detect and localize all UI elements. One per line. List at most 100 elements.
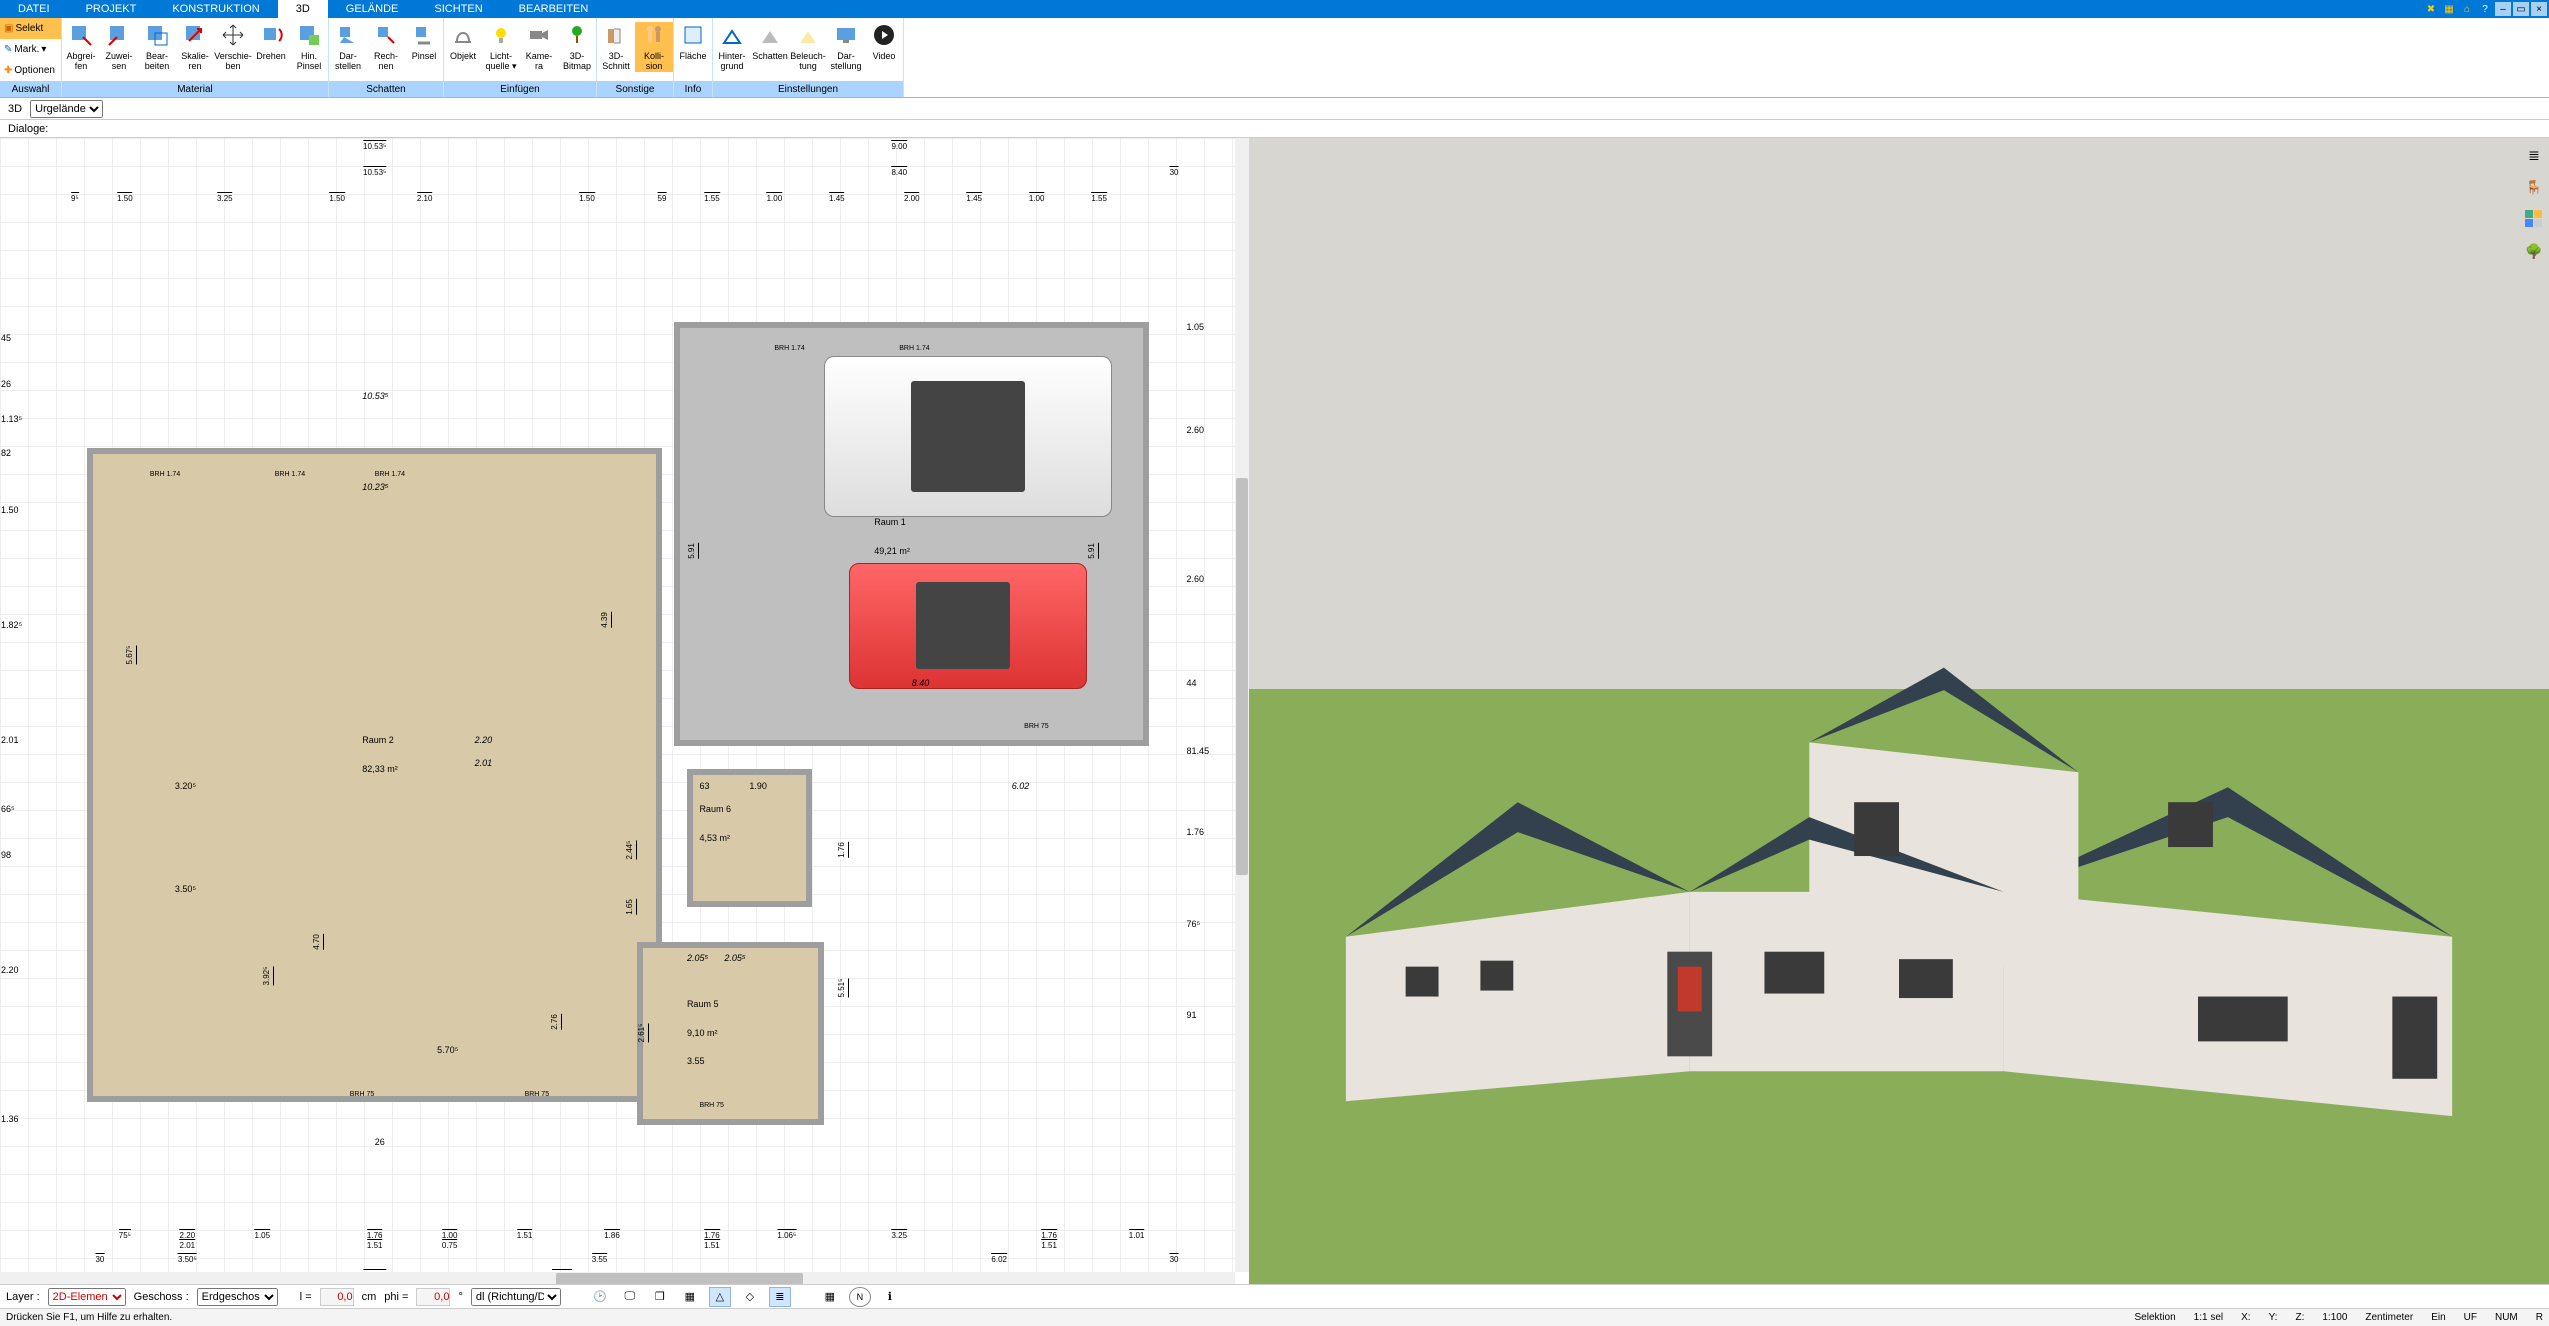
restore-icon[interactable]: ▭: [2513, 2, 2529, 16]
3d-view[interactable]: ≣ 🪑 🌳: [1249, 138, 2549, 1286]
brh: BRH 1.74: [774, 345, 804, 352]
diamond-icon[interactable]: ◇: [739, 1287, 761, 1307]
tab-projekt[interactable]: PROJEKT: [68, 0, 155, 18]
dim: 8.40: [891, 166, 907, 177]
dim: 59: [658, 192, 667, 203]
dl-select[interactable]: dl (Richtung/Di: [471, 1288, 561, 1306]
btn-darstellung[interactable]: Dar-stellung: [827, 22, 865, 72]
monitor-icon[interactable]: 🖵: [619, 1287, 641, 1307]
minimize-icon[interactable]: –: [2495, 2, 2511, 16]
layer-select[interactable]: Urgelände: [30, 100, 103, 118]
btn-pinsel[interactable]: Pinsel: [405, 22, 443, 62]
menu-bar: DATEI PROJEKT KONSTRUKTION 3D GELÄNDE SI…: [0, 0, 2549, 18]
btn-beleuchtung[interactable]: Beleuch-tung: [789, 22, 827, 72]
btn-rechnen[interactable]: Rech-nen: [367, 22, 405, 72]
furniture-icon[interactable]: 🪑: [2523, 176, 2545, 198]
btn-verschieben[interactable]: Verschie-ben: [214, 22, 252, 72]
btn-hin-pinsel[interactable]: Hin.Pinsel: [290, 22, 328, 72]
dim: 1.45: [829, 192, 845, 203]
room-label: Raum 1: [874, 517, 906, 527]
room-2[interactable]: [87, 448, 662, 1102]
grid-icon[interactable]: ▦: [819, 1287, 841, 1307]
car-red[interactable]: [849, 563, 1086, 689]
dim: 9.00: [891, 140, 907, 151]
dim: 1.82⁵: [1, 620, 22, 630]
tab-gelaende[interactable]: GELÄNDE: [328, 0, 417, 18]
tool-icon[interactable]: ▦: [2441, 2, 2457, 16]
btn-drehen[interactable]: Drehen: [252, 22, 290, 62]
btn-darstellen[interactable]: Dar-stellen: [329, 22, 367, 72]
tool-icon[interactable]: ✖: [2423, 2, 2439, 16]
stack-icon[interactable]: ▦: [679, 1287, 701, 1307]
layers2-icon[interactable]: ≣: [769, 1287, 791, 1307]
btn-3d-schnitt[interactable]: 3D-Schnitt: [597, 22, 635, 72]
btn-video[interactable]: Video: [865, 22, 903, 62]
brh: BRH 1.74: [150, 471, 180, 478]
dim: 82: [1, 448, 11, 458]
dim: 5.51⁵: [837, 978, 849, 997]
dim: 5.91: [1087, 543, 1099, 559]
print3d-icon[interactable]: ❒: [649, 1287, 671, 1307]
status-bar: Drücken Sie F1, um Hilfe zu erhalten. Se…: [0, 1308, 2549, 1326]
dim: 1.76: [1187, 827, 1205, 837]
room-dim: 3.55: [687, 1056, 705, 1066]
layers-icon[interactable]: ≣: [2523, 144, 2545, 166]
dim: 2.60: [1187, 574, 1205, 584]
dim: 8.40: [912, 678, 930, 688]
btn-lichtquelle[interactable]: Licht-quelle ▾: [482, 22, 520, 72]
btn-bearbeiten[interactable]: Bear-beiten: [138, 22, 176, 72]
dim: 26: [375, 1137, 385, 1147]
roof-icon[interactable]: △: [709, 1287, 731, 1307]
btn-kollision[interactable]: Kolli-sion: [635, 22, 673, 72]
dim: 2.05⁵: [687, 953, 708, 963]
room-5[interactable]: [637, 942, 824, 1126]
main-split: 10.53⁵ 9.00 10.53⁵ 8.40 30 9⁵ 1.50 3.25 …: [0, 138, 2549, 1286]
tab-datei[interactable]: DATEI: [0, 0, 68, 18]
info-icon[interactable]: ℹ: [879, 1287, 901, 1307]
dim: 81.45: [1187, 746, 1210, 756]
dim: 1.36: [1, 1114, 19, 1124]
brh: BRH 1.74: [275, 471, 305, 478]
dim: 1.55: [704, 192, 720, 203]
l-input[interactable]: [320, 1288, 354, 1306]
btn-hintergrund[interactable]: Hinter-grund: [713, 22, 751, 72]
btn-flaeche[interactable]: Fläche: [674, 22, 712, 62]
group-label: Einfügen: [444, 81, 596, 97]
floor-select[interactable]: Erdgeschos: [197, 1288, 278, 1306]
btn-objekt[interactable]: Objekt: [444, 22, 482, 62]
layer-select[interactable]: 2D-Elemen: [48, 1288, 126, 1306]
options-button[interactable]: ✚Optionen: [0, 60, 61, 81]
tree-icon[interactable]: 🌳: [2523, 240, 2545, 262]
dim: 30: [1170, 166, 1179, 177]
close-icon[interactable]: ×: [2531, 2, 2547, 16]
dim: 1.55: [1091, 192, 1107, 203]
car-white[interactable]: [824, 356, 1111, 517]
vertical-scrollbar[interactable]: [1235, 138, 1249, 1272]
btn-zuweisen[interactable]: Zuwei-sen: [100, 22, 138, 72]
dim: 1.06⁵: [777, 1229, 796, 1240]
tab-3d[interactable]: 3D: [278, 0, 328, 18]
btn-kamera[interactable]: Kame-ra: [520, 22, 558, 72]
btn-3d-bitmap[interactable]: 3D-Bitmap: [558, 22, 596, 72]
mark-button[interactable]: ✎Mark.▾: [0, 39, 61, 60]
palette-icon[interactable]: [2523, 208, 2545, 230]
help-icon[interactable]: ?: [2477, 2, 2493, 16]
btn-abgreifen[interactable]: Abgrei-fen: [62, 22, 100, 72]
btn-schatten-set[interactable]: Schatten: [751, 22, 789, 62]
ribbon-group-material: Abgrei-fen Zuwei-sen Bear-beiten Skalie-…: [62, 18, 329, 97]
layer-label: Layer :: [6, 1291, 40, 1303]
l-label: l =: [300, 1291, 312, 1303]
floorplan-view[interactable]: 10.53⁵ 9.00 10.53⁵ 8.40 30 9⁵ 1.50 3.25 …: [0, 138, 1249, 1286]
history-icon[interactable]: 🕑: [589, 1287, 611, 1307]
select-button[interactable]: ▣Selekt: [0, 18, 61, 39]
north-icon[interactable]: N: [849, 1287, 871, 1307]
tab-konstruktion[interactable]: KONSTRUKTION: [154, 0, 277, 18]
dim: 2.05⁵: [724, 953, 745, 963]
phi-input[interactable]: [416, 1288, 450, 1306]
tab-sichten[interactable]: SICHTEN: [416, 0, 500, 18]
dim: 1.45: [966, 192, 982, 203]
dim: 1.01: [1129, 1229, 1145, 1240]
tool-icon[interactable]: ⌂: [2459, 2, 2475, 16]
btn-skalieren[interactable]: Skalie-ren: [176, 22, 214, 72]
tab-bearbeiten[interactable]: BEARBEITEN: [501, 0, 607, 18]
